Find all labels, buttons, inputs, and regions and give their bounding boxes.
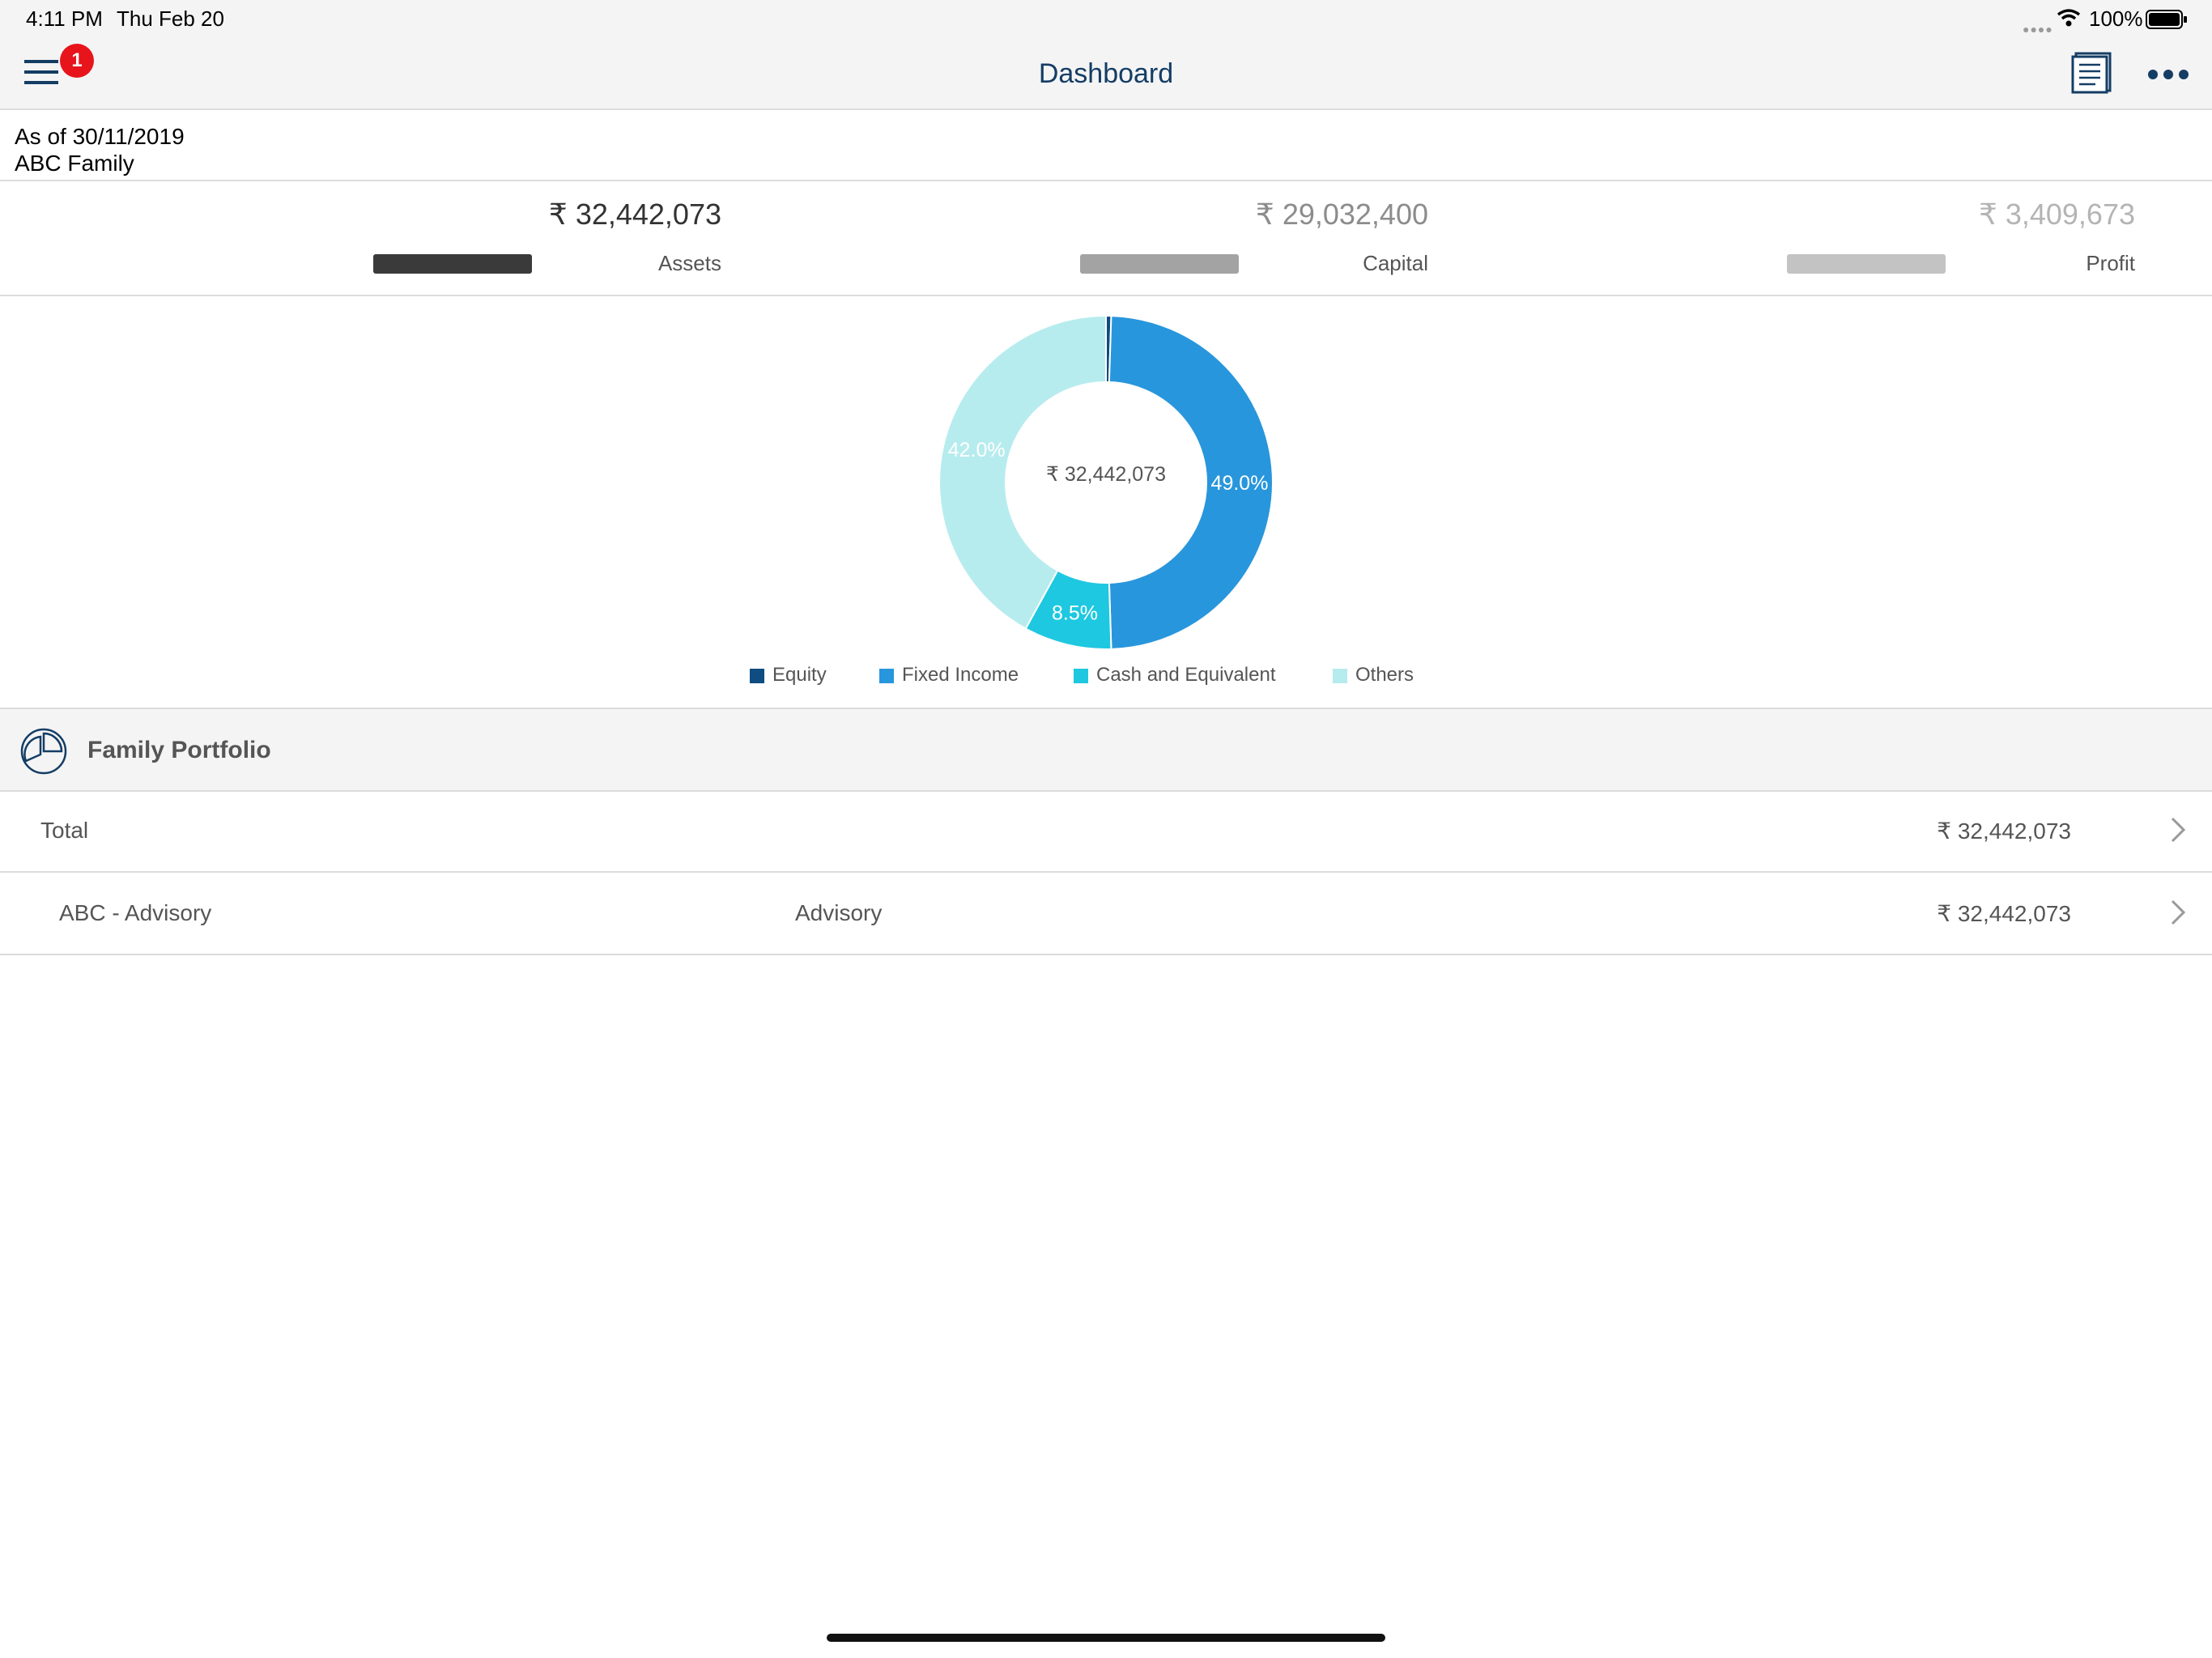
table-row-advisory[interactable]: ABC - Advisory Advisory ₹ 32,442,073 (0, 873, 2212, 955)
divider (0, 295, 2212, 296)
cellular-signal-icon: ●●●● (2023, 23, 2053, 36)
as-of-block: As of 30/11/2019 ABC Family (15, 123, 185, 176)
status-time: 4:11 PM (26, 6, 103, 31)
assets-value: ₹ 32,442,073 (548, 198, 721, 231)
dashboard-screen: 4:11 PM Thu Feb 20 ●●●● 100% 1 Dashboard (0, 0, 2212, 1658)
more-options-icon[interactable] (2147, 68, 2189, 81)
family-name: ABC Family (15, 151, 134, 176)
legend-swatch-cash (1074, 669, 1088, 683)
legend-swatch-others (1333, 669, 1347, 683)
capital-label: Capital (1363, 251, 1428, 275)
divider (0, 180, 2212, 181)
legend-label-equity: Equity (772, 664, 827, 686)
row-type: Advisory (795, 900, 883, 925)
status-date: Thu Feb 20 (117, 6, 224, 31)
donut-center-total: ₹ 32,442,073 (1046, 463, 1166, 486)
legend-label-cash: Cash and Equivalent (1096, 664, 1276, 686)
battery-percentage: 100% (2089, 6, 2143, 31)
page-title: Dashboard (1038, 58, 1174, 89)
row-name: ABC - Advisory (59, 900, 212, 925)
row-amount: ₹ 32,442,073 (1937, 818, 2071, 844)
asset-allocation-donut-chart: 49.0% 8.5% 42.0% ₹ 32,442,073 (938, 314, 1274, 650)
row-name: Total (40, 818, 89, 843)
legend-swatch-fixed-income (879, 669, 894, 683)
legend-swatch-equity (750, 669, 764, 683)
chevron-right-icon (2171, 817, 2186, 843)
legend-label-fixed-income: Fixed Income (902, 664, 1019, 686)
donut-label-cash: 8.5% (1052, 602, 1098, 624)
donut-label-fixed-income: 49.0% (1211, 472, 1269, 495)
as-of-date: As of 30/11/2019 (15, 124, 185, 149)
family-portfolio-header: Family Portfolio (0, 708, 2212, 792)
capital-value: ₹ 29,032,400 (1255, 198, 1428, 231)
report-icon[interactable] (2071, 52, 2112, 94)
portfolio-pie-icon (20, 728, 67, 775)
chevron-right-icon (2171, 899, 2186, 925)
profit-value: ₹ 3,409,673 (1978, 198, 2135, 231)
battery-icon (2146, 10, 2187, 29)
row-amount: ₹ 32,442,073 (1937, 901, 2071, 926)
assets-label: Assets (657, 251, 721, 275)
profit-label: Profit (2086, 251, 2135, 275)
donut-label-others: 42.0% (948, 439, 1006, 461)
section-title: Family Portfolio (87, 737, 271, 763)
legend-label-others: Others (1355, 664, 1414, 686)
wifi-icon (2057, 9, 2081, 27)
table-row-total[interactable]: Total ₹ 32,442,073 (0, 790, 2212, 873)
home-indicator (827, 1634, 1385, 1642)
top-bar: 4:11 PM Thu Feb 20 ●●●● 100% 1 Dashboard (0, 0, 2212, 110)
